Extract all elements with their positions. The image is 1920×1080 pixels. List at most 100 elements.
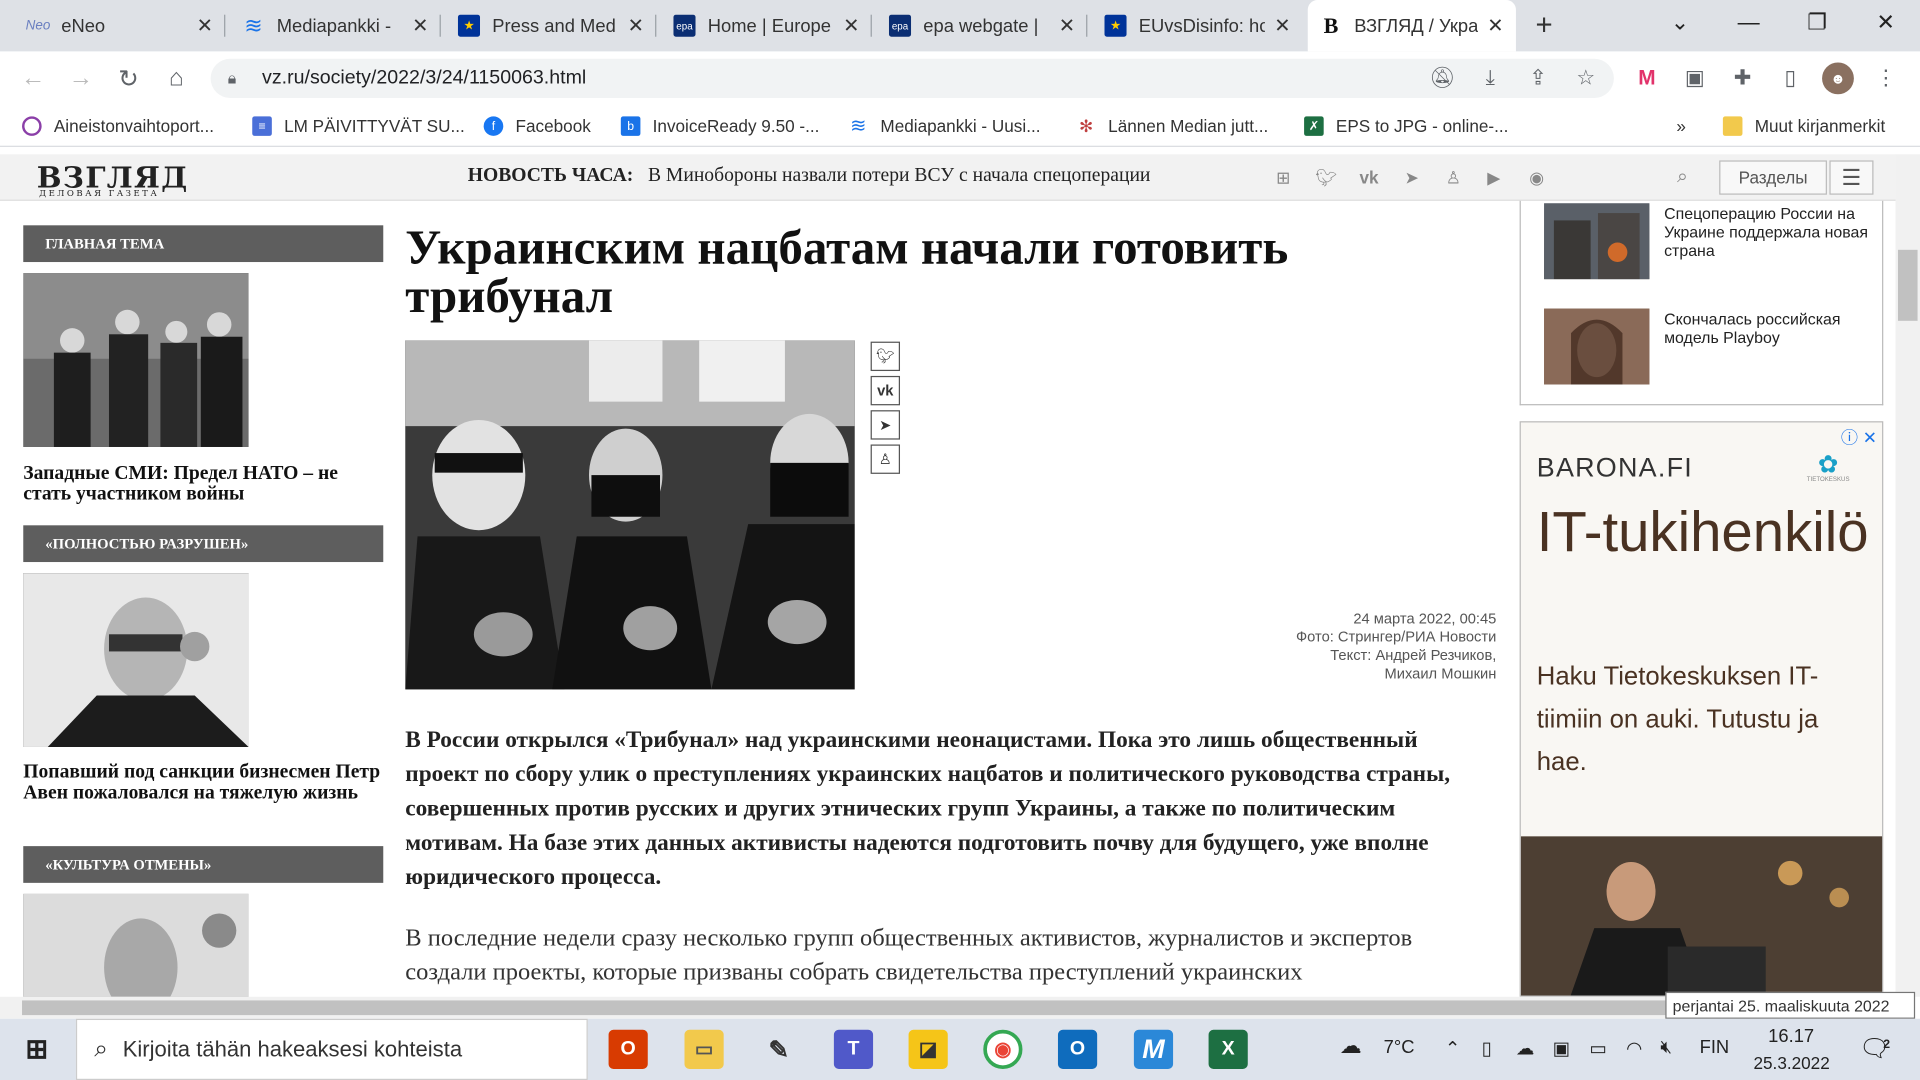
excel-icon[interactable]: X [1208,1029,1248,1069]
tray-chevron-icon[interactable]: ⌃ [1445,1037,1460,1059]
avatar[interactable]: ☻ [1822,62,1854,95]
news-title[interactable]: Скончалась российская модель Playboy [1664,310,1872,347]
topic-bar[interactable]: «ПОЛНОСТЬЮ РАЗРУШЕН» [23,525,384,563]
menu-kebab-icon[interactable]: ⋮ [1870,62,1902,94]
vertical-scrollbar-thumb[interactable] [1897,249,1918,321]
horizontal-scrollbar-thumb[interactable] [22,1000,1859,1016]
reload-icon[interactable]: ↻ [113,62,145,94]
bookmark-item[interactable]: ≋ Mediapankki - Uusi... [849,105,1040,147]
tab-epa-home[interactable]: epa Home | Europe ✕ [661,0,872,51]
puzzle-icon[interactable]: ✚ [1727,62,1759,94]
tab-search-icon[interactable]: ⌄ [1646,0,1715,44]
other-bookmarks[interactable]: Muut kirjanmerkit [1722,105,1885,147]
bookmark-item[interactable]: b InvoiceReady 9.50 -... [620,105,819,147]
search-icon[interactable]: ⌕ [1670,165,1694,189]
news-title[interactable]: Спецоперацию России на Украине поддержал… [1664,204,1872,259]
windows-start-icon[interactable]: ⊞ [17,1030,56,1069]
telegram-icon[interactable]: ➤ [1400,165,1424,189]
extension-m-icon[interactable]: M [1631,62,1663,94]
restore-icon[interactable]: ❐ [1783,0,1852,44]
news-thumbnail[interactable] [1544,308,1650,385]
bookmark-item[interactable]: f Facebook [483,105,591,147]
close-icon[interactable]: ✕ [843,13,859,37]
address-bar[interactable]: 🔒︎ vz.ru/society/2022/3/24/1150063.html [210,58,1614,98]
notifications-off-icon[interactable]: 🔕︎ [1427,62,1459,94]
news-thumbnail[interactable] [1544,203,1650,280]
bookmark-item[interactable]: ≡ LM PÄIVITTYVÄT SU... [252,105,465,147]
topic-caption[interactable]: Западные СМИ: Предел НАТО – не стать уча… [23,463,390,505]
extension-icon[interactable]: ▣ [1679,62,1711,94]
close-icon[interactable]: ✕ [628,13,644,37]
battery-icon[interactable]: ▭ [1589,1037,1606,1059]
minimize-icon[interactable]: — [1714,0,1783,44]
paint-icon[interactable]: ✎ [759,1030,798,1069]
rss-icon[interactable]: ◉ [1525,165,1549,189]
tab-mediapankki[interactable]: ≋ Mediapankki - ✕ [230,0,441,51]
close-icon[interactable]: ✕ [412,13,428,37]
topic-image[interactable] [23,273,249,447]
volume-mute-icon[interactable]: 🔇︎ [1660,1037,1672,1058]
tab-press[interactable]: ★ Press and Med ✕ [446,0,657,51]
share-icon[interactable]: ⇪ [1522,62,1554,94]
clock-time[interactable]: 16.17 [1768,1026,1814,1047]
hamburger-menu-icon[interactable]: ☰ [1829,160,1874,195]
bookmark-star-icon[interactable]: ☆ [1570,62,1602,94]
url-text[interactable]: vz.ru/society/2022/3/24/1150063.html [262,67,586,89]
topic-bar[interactable]: ГЛАВНАЯ ТЕМА [23,225,384,263]
new-tab-button[interactable]: + [1531,0,1570,51]
install-icon[interactable]: ⤓ [1474,62,1506,94]
taskbar-search[interactable]: ⌕ Kirjoita tähän hakeaksesi kohteista [75,1018,588,1080]
topic-image[interactable] [23,573,249,747]
bookmark-item[interactable]: ✻ Lännen Median jutt... [1076,105,1268,147]
language-indicator[interactable]: FIN [1700,1037,1730,1058]
tab-eneo[interactable]: Neo eNeo ✕ [15,0,226,51]
ad-info-close-icon[interactable]: ⓘ ✕ [1841,425,1877,449]
chrome-icon[interactable]: ◉ [983,1029,1023,1069]
article-image[interactable] [405,340,855,690]
sections-button[interactable]: Разделы [1719,160,1827,195]
clock-date[interactable]: 25.3.2022 [1753,1053,1829,1073]
bookmark-item[interactable]: ✗ EPS to JPG - online-... [1304,105,1508,147]
advertisement[interactable]: ⓘ ✕ BARONA.FI ✿ TIETOKESKUS IT-tukihenki… [1519,421,1884,997]
teams-icon[interactable]: T [833,1029,874,1069]
close-icon[interactable]: ✕ [197,13,213,37]
topic-caption[interactable]: Попавший под санкции бизнесмен Петр Авен… [23,762,390,804]
odnoklassniki-icon[interactable]: ♙ [1441,165,1465,189]
plus-icon[interactable]: ⊞ [1271,165,1295,189]
weather-icon[interactable]: ☁ [1340,1033,1362,1059]
close-icon[interactable]: ✕ [1274,13,1290,37]
office-icon[interactable]: O [608,1029,648,1069]
share-vk-icon[interactable]: vk [870,375,901,406]
forward-icon[interactable]: → [65,62,97,94]
share-twitter-icon[interactable]: 🐦︎ [870,341,901,372]
tab-vzglyad-active[interactable]: B ВЗГЛЯД / Укра ✕ [1307,0,1516,52]
wifi-icon[interactable]: ◠ [1626,1037,1642,1059]
topic-bar[interactable]: «КУЛЬТУРА ОТМЕНЫ» [23,846,384,883]
share-odnoklassniki-icon[interactable]: ♙ [870,444,901,474]
topic-image[interactable] [23,893,249,997]
site-logo[interactable]: ВЗГЛЯД ДЕЛОВАЯ ГАЗЕТА [37,159,189,198]
home-icon[interactable]: ⌂ [160,62,192,94]
youtube-icon[interactable]: ▶ [1482,165,1506,189]
bookmarks-overflow[interactable]: » [1676,105,1686,147]
weather-temp[interactable]: 7°C [1384,1037,1415,1058]
device-icon[interactable]: ▯ [1482,1037,1492,1059]
vk-icon[interactable]: vk [1357,165,1381,189]
outlook-icon[interactable]: O [1057,1029,1098,1069]
tab-epa-webgate[interactable]: epa epa webgate | ✕ [877,0,1088,51]
window-close-icon[interactable]: ✕ [1851,0,1920,44]
screen-icon[interactable]: ▣ [1553,1037,1570,1059]
tab-euvsdisinfo[interactable]: ★ EUvsDisinfo: hc ✕ [1092,0,1303,51]
back-icon[interactable]: ← [17,62,49,94]
close-icon[interactable]: ✕ [1487,13,1503,37]
sidepanel-icon[interactable]: ▯ [1774,62,1806,94]
m-app-icon[interactable]: M [1133,1029,1174,1069]
close-icon[interactable]: ✕ [1059,13,1075,37]
bookmark-item[interactable]: Aineistonvaihtoport... [22,105,214,147]
file-explorer-icon[interactable]: ▭ [684,1029,724,1069]
sticky-notes-icon[interactable]: ◪ [908,1029,948,1069]
share-telegram-icon[interactable]: ➤ [870,410,901,440]
news-hour[interactable]: НОВОСТЬ ЧАСА: В Минобороны назвали потери… [468,165,1151,187]
twitter-icon[interactable]: 🐦︎ [1314,165,1338,189]
cloud-error-icon[interactable]: ☁ [1516,1037,1534,1059]
